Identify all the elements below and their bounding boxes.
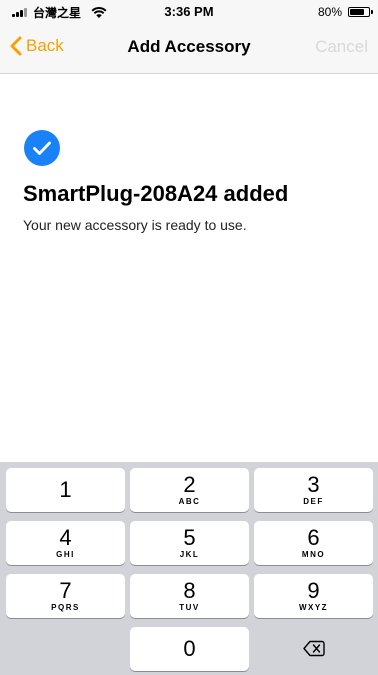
key-digit: 0 bbox=[183, 636, 196, 661]
battery-nub bbox=[371, 10, 373, 14]
key-0[interactable]: 0 bbox=[130, 627, 249, 671]
key-digit: 4 bbox=[59, 525, 72, 550]
key-7[interactable]: 7 PQRS bbox=[6, 574, 125, 618]
key-2[interactable]: 2 ABC bbox=[130, 468, 249, 512]
key-letters: ABC bbox=[178, 497, 201, 506]
delete-button[interactable] bbox=[254, 627, 373, 671]
key-letters: WXYZ bbox=[298, 603, 329, 612]
delete-backspace-icon bbox=[303, 640, 325, 657]
key-digit: 6 bbox=[307, 525, 320, 550]
checkmark-circle-icon bbox=[24, 130, 60, 166]
key-digit: 3 bbox=[307, 472, 320, 497]
key-6[interactable]: 6 MNO bbox=[254, 521, 373, 565]
key-digit: 7 bbox=[59, 578, 72, 603]
key-5[interactable]: 5 JKL bbox=[130, 521, 249, 565]
key-digit: 9 bbox=[307, 578, 320, 603]
key-digit: 1 bbox=[59, 477, 72, 502]
accessory-ready-message: Your new accessory is ready to use. bbox=[23, 217, 247, 233]
key-digit: 5 bbox=[183, 525, 196, 550]
key-8[interactable]: 8 TUV bbox=[130, 574, 249, 618]
key-letters: JKL bbox=[179, 550, 200, 559]
key-letters: PQRS bbox=[51, 603, 80, 612]
key-letters: DEF bbox=[303, 497, 324, 506]
battery-fill bbox=[350, 9, 365, 15]
key-letters: MNO bbox=[301, 550, 326, 559]
numeric-keypad: 1 2 ABC 3 DEF 4 GHI 5 JKL 6 MNO 7 PQRS 8… bbox=[0, 462, 378, 675]
key-4[interactable]: 4 GHI bbox=[6, 521, 125, 565]
status-bar: 台灣之星 3:36 PM 80% bbox=[0, 0, 378, 24]
key-letters: TUV bbox=[179, 603, 200, 612]
cancel-button[interactable]: Cancel bbox=[315, 37, 368, 57]
key-digit: 8 bbox=[183, 578, 196, 603]
key-1[interactable]: 1 bbox=[6, 468, 125, 512]
battery-percentage: 80% bbox=[317, 5, 342, 19]
accessory-added-heading: SmartPlug-208A24 added bbox=[23, 181, 289, 206]
navigation-bar: Back Add Accessory Cancel bbox=[0, 24, 378, 74]
key-digit: 2 bbox=[183, 472, 196, 497]
key-3[interactable]: 3 DEF bbox=[254, 468, 373, 512]
key-letters: GHI bbox=[56, 550, 75, 559]
key-9[interactable]: 9 WXYZ bbox=[254, 574, 373, 618]
battery-icon bbox=[348, 7, 370, 17]
